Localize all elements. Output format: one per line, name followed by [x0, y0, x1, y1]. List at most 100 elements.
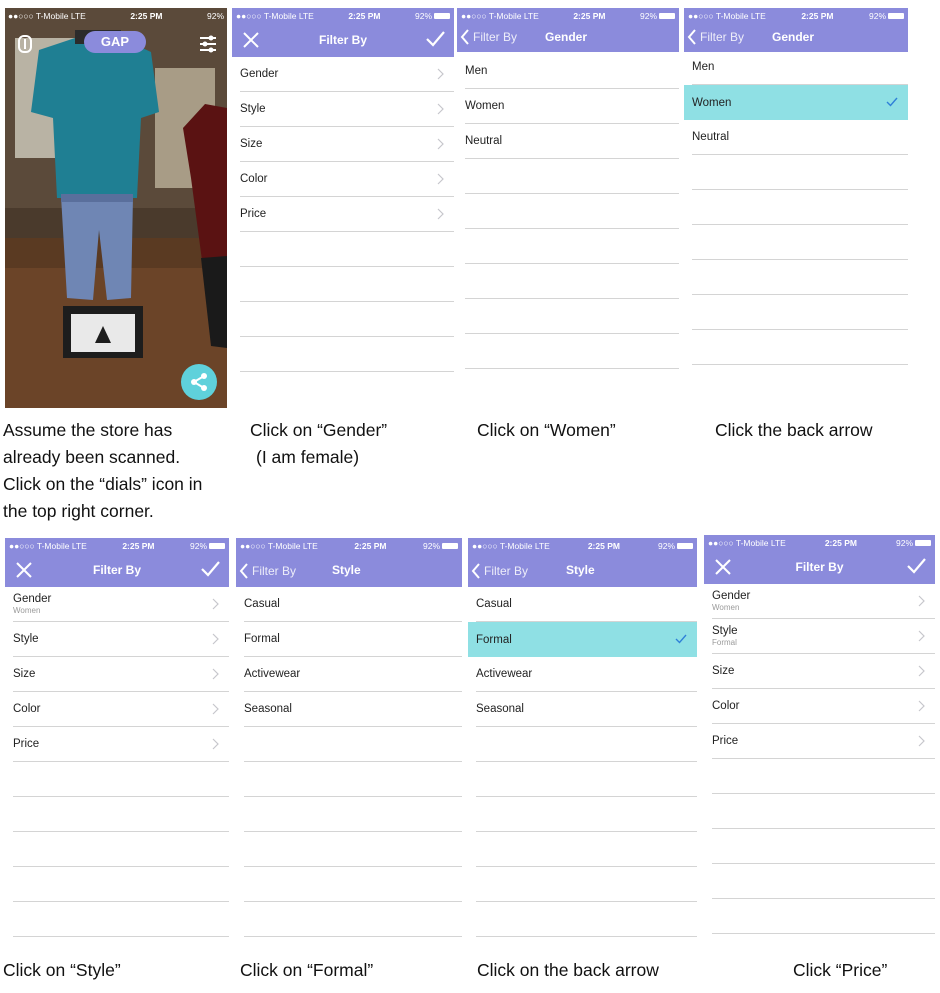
row-label: Seasonal: [476, 703, 524, 715]
caption-line: Assume the store has: [3, 420, 173, 440]
empty-row: [13, 832, 229, 867]
option-casual[interactable]: Casual: [244, 587, 462, 622]
status-bar: ●●○○○ T-Mobile LTE 2:25 PM 92%: [5, 8, 227, 24]
nav-bar: Filter By Style: [468, 554, 697, 587]
back-button[interactable]: Filter By: [460, 22, 517, 52]
filter-row-size[interactable]: Size: [712, 654, 935, 689]
option-women-selected[interactable]: Women: [684, 85, 908, 120]
option-seasonal[interactable]: Seasonal: [476, 692, 697, 727]
option-activewear[interactable]: Activewear: [476, 657, 697, 692]
status-bar: ●●○○○ T-Mobile LTE 2:25 PM 92%: [236, 538, 462, 554]
row-value: Women: [13, 606, 41, 615]
back-button[interactable]: Filter By: [471, 554, 528, 587]
chevron-left-icon: [471, 562, 480, 579]
nav-bar: Filter By: [232, 24, 454, 57]
nav-title: Filter By: [795, 560, 844, 574]
tag-icon[interactable]: [17, 35, 33, 53]
checkmark-icon[interactable]: [424, 28, 446, 50]
status-time: 2:25 PM: [122, 541, 155, 551]
empty-row: [712, 864, 935, 899]
filter-row-color[interactable]: Color: [240, 162, 454, 197]
dials-icon[interactable]: [199, 34, 217, 54]
filter-row-price[interactable]: Price: [712, 724, 935, 759]
empty-row: [240, 267, 454, 302]
option-activewear[interactable]: Activewear: [244, 657, 462, 692]
row-label: Style: [240, 103, 266, 115]
battery-icon: [659, 13, 675, 19]
chevron-right-icon: [437, 138, 444, 150]
empty-row: [240, 337, 454, 372]
option-casual[interactable]: Casual: [476, 587, 697, 622]
empty-row: [13, 762, 229, 797]
filter-row-size[interactable]: Size: [13, 657, 229, 692]
back-label: Filter By: [484, 563, 529, 578]
caption-line: (I am female): [256, 447, 360, 467]
status-bar: ●●○○○ T-Mobile LTE 2:25 PM 92%: [704, 535, 935, 551]
style-screen-2: ●●○○○ T-Mobile LTE 2:25 PM 92% Filter By…: [468, 538, 697, 948]
option-formal-selected[interactable]: Formal: [468, 622, 697, 657]
checkmark-icon[interactable]: [199, 558, 221, 580]
nav-bar: Filter By Gender: [457, 22, 679, 52]
chevron-right-icon: [918, 665, 925, 677]
option-women[interactable]: Women: [465, 89, 679, 124]
checkmark-icon[interactable]: [905, 555, 927, 577]
chevron-left-icon: [239, 562, 248, 579]
option-men[interactable]: Men: [465, 54, 679, 89]
filter-row-style[interactable]: Style Formal: [712, 619, 935, 654]
status-right: 92%: [896, 538, 931, 548]
status-right: 92%: [869, 11, 904, 21]
battery-icon: [434, 13, 450, 19]
nav-title: Filter By: [92, 563, 141, 577]
battery-icon: [915, 540, 931, 546]
empty-row: [692, 155, 908, 190]
caption-line: Click on “Style”: [3, 960, 121, 980]
filter-row-gender[interactable]: Gender Women: [712, 584, 935, 619]
status-right: 92%: [190, 541, 225, 551]
back-button[interactable]: Filter By: [239, 554, 296, 587]
caption-step-7: Click on the back arrow: [477, 957, 659, 984]
back-label: Filter By: [252, 563, 297, 578]
option-seasonal[interactable]: Seasonal: [244, 692, 462, 727]
carrier-text: ●●○○○ T-Mobile LTE: [236, 11, 314, 21]
option-formal[interactable]: Formal: [244, 622, 462, 657]
gender-list: Men Women Neutral: [457, 54, 679, 369]
filter-row-style[interactable]: Style: [240, 92, 454, 127]
filter-row-color[interactable]: Color: [712, 689, 935, 724]
share-button[interactable]: [181, 364, 217, 400]
nav-bar: Filter By Style: [236, 554, 462, 587]
back-label: Filter By: [473, 30, 518, 44]
option-neutral[interactable]: Neutral: [692, 120, 908, 155]
nav-bar: Filter By Gender: [684, 22, 908, 52]
empty-row: [476, 832, 697, 867]
empty-row: [465, 194, 679, 229]
empty-row: [476, 727, 697, 762]
filter-row-gender[interactable]: Gender: [240, 57, 454, 92]
row-label: Men: [692, 61, 715, 73]
option-men[interactable]: Men: [692, 50, 908, 85]
caption-line: Click on “Women”: [477, 420, 616, 440]
filter-screen-2: ●●○○○ T-Mobile LTE 2:25 PM 92% Filter By…: [5, 538, 229, 948]
filter-row-size[interactable]: Size: [240, 127, 454, 162]
option-neutral[interactable]: Neutral: [465, 124, 679, 159]
status-bar: ●●○○○ T-Mobile LTE 2:25 PM 92%: [468, 538, 697, 554]
filter-row-price[interactable]: Price: [240, 197, 454, 232]
nav-title: Gender: [545, 30, 588, 44]
status-right: 92%: [658, 541, 693, 551]
battery-percent: 92%: [206, 11, 224, 21]
row-label: Price: [13, 738, 40, 750]
filter-row-color[interactable]: Color: [13, 692, 229, 727]
caption-line: the top right corner.: [3, 501, 154, 521]
back-button[interactable]: Filter By: [687, 22, 744, 52]
empty-row: [244, 797, 462, 832]
filter-row-gender[interactable]: Gender Women: [13, 587, 229, 622]
filter-row-style[interactable]: Style: [13, 622, 229, 657]
carrier-text: ●●○○○ T-Mobile LTE: [461, 11, 539, 21]
filter-row-price[interactable]: Price: [13, 727, 229, 762]
row-label: Women: [465, 100, 505, 112]
status-time: 2:25 PM: [824, 538, 857, 548]
brand-badge[interactable]: GAP: [84, 31, 146, 53]
caption-line: Click on the “dials” icon in: [3, 474, 203, 494]
status-bar: ●●○○○ T-Mobile LTE 2:25 PM 92%: [5, 538, 229, 554]
empty-row: [476, 797, 697, 832]
empty-row: [692, 225, 908, 260]
